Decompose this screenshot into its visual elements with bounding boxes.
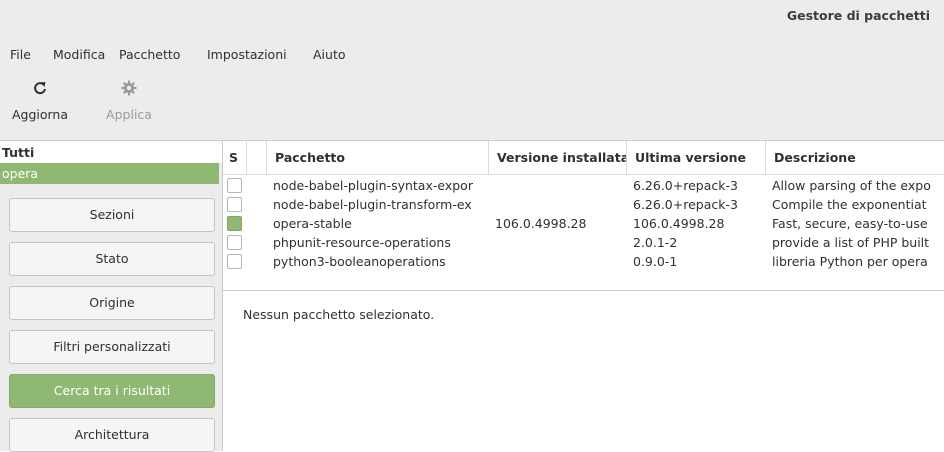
package-list: S Pacchetto Versione installata Ultima v…	[223, 141, 944, 291]
details-text: Nessun pacchetto selezionato.	[243, 307, 435, 322]
sections-button[interactable]: Sezioni	[9, 198, 215, 232]
filter-list-header[interactable]: Tutti	[0, 141, 222, 163]
menu-aiuto[interactable]: Aiuto	[313, 47, 346, 62]
column-package[interactable]: Pacchetto	[267, 141, 489, 175]
package-details: Nessun pacchetto selezionato.	[223, 291, 944, 451]
reload-button[interactable]: Aggiorna	[10, 76, 70, 122]
table-row[interactable]: node-babel-plugin-transform-ex 6.26.0+re…	[223, 195, 944, 214]
package-description: Fast, secure, easy-to-use	[772, 216, 928, 231]
latest-version: 6.26.0+repack-3	[633, 178, 738, 193]
search-results-button[interactable]: Cerca tra i risultati	[9, 374, 215, 408]
sidebar: Tutti opera Sezioni Stato Origine Filtri…	[0, 141, 223, 452]
status-button[interactable]: Stato	[9, 242, 215, 276]
package-description: Compile the exponentiat	[772, 197, 927, 212]
package-name: opera-stable	[273, 216, 352, 231]
installed-version	[495, 176, 625, 195]
column-latest-version[interactable]: Ultima versione	[627, 141, 766, 175]
menu-file[interactable]: File	[10, 47, 31, 62]
menu-pacchetto[interactable]: Pacchetto	[119, 47, 180, 62]
table-row[interactable]: phpunit-resource-operations 2.0.1-2 prov…	[223, 233, 944, 252]
filter-header-label: Tutti	[2, 145, 35, 160]
installed-version	[495, 195, 625, 214]
toolbar: Aggiorna Applica	[0, 72, 944, 141]
latest-version: 6.26.0+repack-3	[633, 197, 738, 212]
column-installed-version[interactable]: Versione installata	[489, 141, 627, 175]
package-name: node-babel-plugin-syntax-expor	[273, 178, 473, 193]
column-description[interactable]: Descrizione	[766, 141, 944, 175]
column-spacer	[247, 141, 267, 175]
installed-version	[495, 252, 625, 271]
custom-filters-button[interactable]: Filtri personalizzati	[9, 330, 215, 364]
latest-version: 0.9.0-1	[633, 254, 678, 269]
status-checkbox[interactable]	[227, 197, 242, 212]
latest-version: 106.0.4998.28	[633, 216, 725, 231]
title-bar: Gestore di pacchetti	[0, 0, 944, 34]
package-description: Allow parsing of the expo	[772, 178, 931, 193]
menu-modifica[interactable]: Modifica	[53, 47, 105, 62]
menu-bar: File Modifica Pacchetto Impostazioni Aiu…	[0, 34, 944, 72]
status-checkbox[interactable]	[227, 254, 242, 269]
reload-icon	[10, 76, 70, 98]
package-name: phpunit-resource-operations	[273, 235, 451, 250]
package-name: python3-booleanoperations	[273, 254, 446, 269]
package-description: libreria Python per opera	[772, 254, 928, 269]
origin-button[interactable]: Origine	[9, 286, 215, 320]
apply-button[interactable]: Applica	[99, 76, 159, 122]
table-row[interactable]: python3-booleanoperations 0.9.0-1 librer…	[223, 252, 944, 271]
latest-version: 2.0.1-2	[633, 235, 678, 250]
status-checkbox-installed[interactable]	[227, 216, 242, 231]
installed-version: 106.0.4998.28	[495, 216, 587, 231]
filter-item-selected[interactable]: opera	[0, 163, 219, 184]
column-status[interactable]: S	[223, 141, 247, 175]
gear-icon	[99, 76, 159, 98]
package-description: provide a list of PHP built	[772, 235, 930, 250]
menu-impostazioni[interactable]: Impostazioni	[207, 47, 287, 62]
table-row[interactable]: node-babel-plugin-syntax-expor 6.26.0+re…	[223, 176, 944, 195]
status-checkbox[interactable]	[227, 178, 242, 193]
reload-label: Aggiorna	[11, 107, 69, 122]
architecture-button[interactable]: Architettura	[9, 418, 215, 452]
package-name: node-babel-plugin-transform-ex	[273, 197, 472, 212]
table-row[interactable]: opera-stable 106.0.4998.28 106.0.4998.28…	[223, 214, 944, 233]
status-checkbox[interactable]	[227, 235, 242, 250]
apply-label: Applica	[106, 107, 152, 122]
window-title: Gestore di pacchetti	[786, 8, 930, 23]
installed-version	[495, 233, 625, 252]
filter-item-label: opera	[2, 166, 39, 181]
